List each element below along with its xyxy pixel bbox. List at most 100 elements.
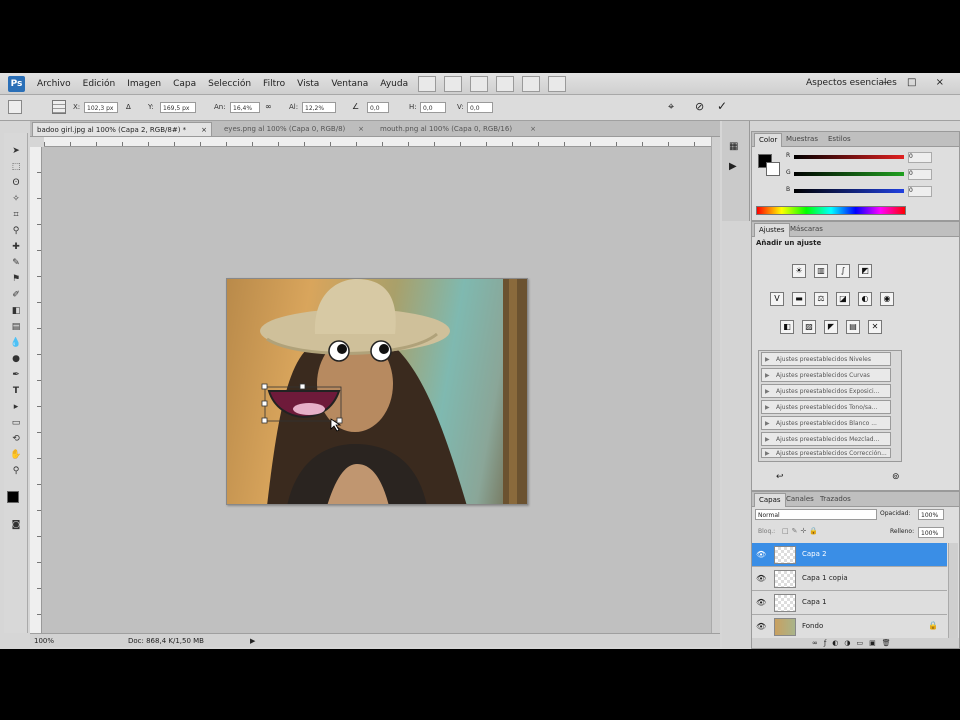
- marquee-tool-icon[interactable]: ⬚: [9, 161, 23, 173]
- selective-color-icon[interactable]: ✕: [868, 320, 882, 334]
- fill-field[interactable]: 100%: [918, 527, 944, 538]
- tab-trazados[interactable]: Trazados: [816, 493, 855, 506]
- foreground-color-swatch[interactable]: [7, 491, 19, 503]
- quick-mask-icon[interactable]: ◙: [9, 519, 23, 531]
- tab-badoo-girl[interactable]: badoo girl.jpg al 100% (Capa 2, RGB/8#) …: [32, 122, 212, 136]
- type-tool-icon[interactable]: T: [9, 385, 23, 397]
- menu-edicion[interactable]: Edición: [77, 79, 122, 89]
- levels-icon[interactable]: ▥: [814, 264, 828, 278]
- visibility-eye-icon[interactable]: 👁: [756, 598, 766, 607]
- menu-archivo[interactable]: Archivo: [31, 79, 77, 89]
- preset-channel-mixer[interactable]: Ajustes preestablecidos Mezclad...: [761, 432, 891, 446]
- eyedropper-tool-icon[interactable]: ⚲: [9, 225, 23, 237]
- zoom-level[interactable]: 100%: [34, 634, 54, 648]
- close-icon[interactable]: ×: [530, 122, 536, 136]
- tab-mouth[interactable]: mouth.png al 100% (Capa 0, RGB/16) ×: [376, 122, 540, 136]
- link-icon[interactable]: ∞: [265, 102, 272, 111]
- color-spectrum-bar[interactable]: [756, 206, 906, 215]
- curves-icon[interactable]: ∫: [836, 264, 850, 278]
- channel-mixer-icon[interactable]: ◉: [880, 292, 894, 306]
- gradient-tool-icon[interactable]: ▤: [9, 321, 23, 333]
- brightness-contrast-icon[interactable]: ☀: [792, 264, 806, 278]
- hand-tool-icon[interactable]: ✋: [9, 449, 23, 461]
- document-info[interactable]: Doc: 868,4 K/1,50 MB: [128, 634, 204, 648]
- menu-capa[interactable]: Capa: [167, 79, 202, 89]
- visibility-eye-icon[interactable]: 👁: [756, 550, 766, 559]
- magic-wand-icon[interactable]: ✧: [9, 193, 23, 205]
- x-field[interactable]: 102,3 px: [84, 102, 118, 113]
- preset-black-white[interactable]: Ajustes preestablecidos Blanco ...: [761, 416, 891, 430]
- preset-levels[interactable]: Ajustes preestablecidos Niveles: [761, 352, 891, 366]
- commit-transform-icon[interactable]: ✓: [717, 99, 727, 113]
- layers-footer-icons[interactable]: ∞ƒ◐◑▭▣🗑: [752, 638, 959, 648]
- menu-vista[interactable]: Vista: [291, 79, 325, 89]
- visibility-eye-icon[interactable]: 👁: [756, 622, 766, 631]
- shape-tool-icon[interactable]: ▭: [9, 417, 23, 429]
- menu-seleccion[interactable]: Selección: [202, 79, 257, 89]
- vertical-scrollbar[interactable]: [711, 137, 720, 647]
- path-selection-icon[interactable]: ▸: [9, 401, 23, 413]
- hskew-field[interactable]: 0,0: [420, 102, 446, 113]
- lasso-tool-icon[interactable]: ʘ: [9, 177, 23, 189]
- background-color-swatch[interactable]: [766, 162, 780, 176]
- clip-layer-icon[interactable]: ⊚: [892, 472, 900, 482]
- black-white-icon[interactable]: ◪: [836, 292, 850, 306]
- brush-tool-icon[interactable]: ✎: [9, 257, 23, 269]
- preset-selective-color[interactable]: Ajustes preestablecidos Corrección...: [761, 448, 891, 458]
- hand-tool-icon[interactable]: [470, 75, 489, 92]
- tab-estilos[interactable]: Estilos: [824, 133, 855, 146]
- history-brush-icon[interactable]: ✐: [9, 289, 23, 301]
- screen-mode-icon[interactable]: [418, 75, 437, 92]
- green-value[interactable]: 0: [908, 169, 932, 180]
- vskew-field[interactable]: 0,0: [467, 102, 493, 113]
- history-panel-icon[interactable]: ▦: [729, 141, 738, 152]
- menu-filtro[interactable]: Filtro: [257, 79, 291, 89]
- eraser-tool-icon[interactable]: ◧: [9, 305, 23, 317]
- screen-layout-icon[interactable]: [548, 75, 567, 92]
- blend-mode-select[interactable]: Normal: [755, 509, 877, 520]
- tab-capas[interactable]: Capas: [754, 493, 786, 507]
- dodge-tool-icon[interactable]: ●: [9, 353, 23, 365]
- gradient-map-icon[interactable]: ▤: [846, 320, 860, 334]
- width-field[interactable]: 16,4%: [230, 102, 260, 113]
- crop-tool-icon[interactable]: ⌗: [9, 209, 23, 221]
- preset-exposure[interactable]: Ajustes preestablecidos Exposici...: [761, 384, 891, 398]
- menu-imagen[interactable]: Imagen: [121, 79, 167, 89]
- blur-tool-icon[interactable]: 💧: [9, 337, 23, 349]
- close-icon[interactable]: ×: [201, 123, 207, 137]
- window-controls[interactable]: – □ ×: [883, 77, 952, 88]
- tab-eyes[interactable]: eyes.png al 100% (Capa 0, RGB/8) ×: [220, 122, 368, 136]
- relative-position-icon[interactable]: Δ: [126, 103, 131, 111]
- reference-point-icon[interactable]: [52, 100, 66, 114]
- hue-saturation-icon[interactable]: ▬: [792, 292, 806, 306]
- zoom-level-icon[interactable]: [444, 75, 463, 92]
- pen-tool-icon[interactable]: ✒: [9, 369, 23, 381]
- tab-canales[interactable]: Canales: [782, 493, 818, 506]
- visibility-eye-icon[interactable]: 👁: [756, 574, 766, 583]
- photo-filter-icon[interactable]: ◐: [858, 292, 872, 306]
- layer-row[interactable]: 👁 Capa 2: [752, 543, 947, 567]
- document-image[interactable]: [226, 278, 528, 505]
- 3d-rotate-icon[interactable]: ⟲: [9, 433, 23, 445]
- tab-muestras[interactable]: Muestras: [782, 133, 822, 146]
- red-slider[interactable]: [794, 155, 904, 159]
- zoom-tool-icon[interactable]: ⚲: [9, 465, 23, 477]
- threshold-icon[interactable]: ◤: [824, 320, 838, 334]
- close-icon[interactable]: ×: [358, 122, 364, 136]
- posterize-icon[interactable]: ▨: [802, 320, 816, 334]
- warp-icon[interactable]: ⌖: [668, 100, 674, 114]
- y-field[interactable]: 169,5 px: [160, 102, 196, 113]
- healing-brush-icon[interactable]: ✚: [9, 241, 23, 253]
- status-arrow-icon[interactable]: ▶: [250, 634, 255, 648]
- blue-value[interactable]: 0: [908, 186, 932, 197]
- layer-row[interactable]: 👁 Capa 1: [752, 591, 947, 615]
- exposure-icon[interactable]: ◩: [858, 264, 872, 278]
- move-tool-icon[interactable]: ➤: [9, 145, 23, 157]
- layers-scrollbar[interactable]: [948, 543, 958, 638]
- color-balance-icon[interactable]: ⚖: [814, 292, 828, 306]
- cancel-transform-icon[interactable]: ⊘: [695, 100, 704, 113]
- preset-hue-saturation[interactable]: Ajustes preestablecidos Tono/sa...: [761, 400, 891, 414]
- return-icon[interactable]: ↩: [776, 472, 784, 482]
- vibrance-icon[interactable]: V: [770, 292, 784, 306]
- actions-panel-icon[interactable]: ▶: [729, 161, 737, 172]
